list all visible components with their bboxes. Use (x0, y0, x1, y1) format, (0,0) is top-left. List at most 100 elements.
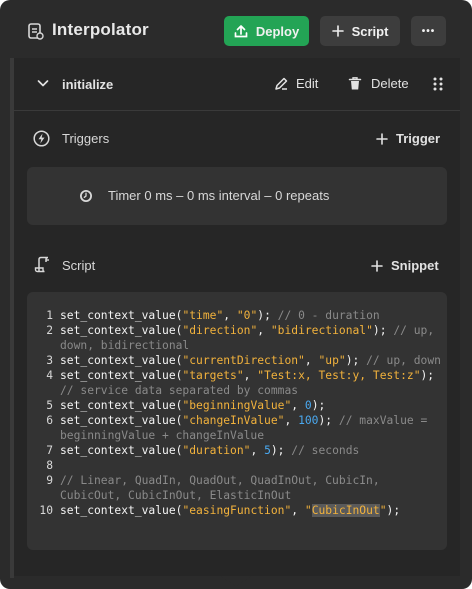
code-token: // up, down (366, 354, 441, 367)
initialize-row[interactable]: initialize Edit Delete (14, 58, 460, 111)
code-token: , (304, 354, 319, 367)
code-token: "changeInValue" (182, 414, 285, 427)
code-token: "duration" (182, 444, 251, 457)
lightning-icon (33, 130, 50, 147)
script-title: Script (62, 258, 96, 273)
code-line: 9 // Linear, QuadIn, QuadOut, QuadInOut, … (33, 473, 441, 503)
line-number: 6 (46, 414, 53, 427)
code-token: "currentDirection" (182, 354, 305, 367)
code-line: 2 set_context_value("direction", "bidirec… (33, 323, 441, 353)
code-token: , (243, 369, 258, 382)
delete-label: Delete (371, 76, 409, 91)
code-token: , (291, 399, 305, 412)
code-token: set_context_value( (60, 369, 183, 382)
trigger-item[interactable]: Timer 0 ms – 0 ms interval – 0 repeats (27, 167, 447, 225)
bottom-notch (220, 576, 252, 586)
code-token: "beginningValue" (182, 399, 292, 412)
line-number: 5 (46, 399, 53, 412)
code-line: 4 set_context_value("targets", "Test:x, T… (33, 368, 441, 398)
code-token: // 0 - duration (277, 309, 380, 322)
panel-title: Interpolator (52, 20, 149, 39)
add-snippet-button[interactable]: Snippet (371, 258, 439, 273)
code-token: set_context_value( (60, 414, 183, 427)
plus-icon (376, 132, 388, 145)
deploy-button[interactable]: Deploy (224, 16, 309, 46)
code-token: set_context_value( (60, 399, 183, 412)
line-source: set_context_value("currentDirection", "u… (60, 353, 441, 368)
add-trigger-label: Trigger (396, 131, 441, 146)
code-lines: 1 set_context_value("time", "0"); // 0 - … (33, 308, 441, 518)
line-source: set_context_value("direction", "bidirect… (60, 323, 441, 353)
edit-button[interactable]: Edit (274, 76, 318, 91)
code-token: "targets" (182, 369, 244, 382)
code-token: set_context_value( (60, 504, 183, 517)
plus-icon (371, 259, 383, 272)
code-token: set_context_value( (60, 444, 183, 457)
code-token: ); (257, 309, 278, 322)
timer-icon (80, 190, 92, 202)
code-token: 5 (264, 444, 271, 457)
line-number: 4 (46, 369, 53, 382)
add-trigger-button[interactable]: Trigger (376, 131, 440, 146)
line-source (60, 458, 441, 473)
initialize-label: initialize (62, 77, 114, 92)
code-line: 8 (33, 458, 441, 473)
code-line: 1 set_context_value("time", "0"); // 0 - … (33, 308, 441, 323)
drag-handle-icon[interactable] (433, 77, 443, 91)
line-source: set_context_value("time", "0"); // 0 - d… (60, 308, 441, 323)
line-source: set_context_value("targets", "Test:x, Te… (60, 368, 441, 398)
code-token: , (284, 414, 299, 427)
code-token: set_context_value( (60, 354, 183, 367)
code-line: 10 set_context_value("easingFunction", "C… (33, 503, 441, 518)
line-number: 7 (46, 444, 53, 457)
more-icon: ••• (421, 25, 436, 37)
pencil-icon (275, 77, 288, 90)
deploy-label: Deploy (255, 23, 300, 39)
code-token: ); (386, 504, 401, 517)
add-snippet-label: Snippet (391, 258, 439, 273)
code-token: "direction" (182, 324, 258, 337)
code-token: ); (311, 399, 326, 412)
interpolator-panel: Interpolator Deploy Script ••• initializ… (0, 0, 472, 589)
code-line: 7 set_context_value("duration", 5); // se… (33, 443, 441, 458)
edit-label: Edit (296, 76, 319, 91)
code-token: "Test:x, Test:y, Test:z" (257, 369, 421, 382)
add-script-button[interactable]: Script (320, 16, 400, 46)
line-number: 10 (39, 504, 53, 517)
code-token: "easingFunction" (182, 504, 292, 517)
plus-icon (331, 25, 344, 37)
code-token: "0" (236, 309, 258, 322)
code-token: , (257, 324, 271, 337)
delete-button[interactable]: Delete (348, 76, 409, 91)
line-number: 1 (46, 309, 53, 322)
code-editor[interactable]: 1 set_context_value("time", "0"); // 0 - … (27, 292, 447, 550)
code-line: 6 set_context_value("changeInValue", 100)… (33, 413, 441, 443)
code-line: 3 set_context_value("currentDirection", "… (33, 353, 441, 368)
code-token: 100 (298, 414, 319, 427)
add-script-label: Script (351, 23, 389, 39)
line-source: // Linear, QuadIn, QuadOut, QuadInOut, C… (60, 473, 441, 503)
chevron-down-icon[interactable] (36, 76, 50, 90)
code-token: ); (318, 414, 339, 427)
trash-icon (348, 77, 362, 90)
code-token: set_context_value( (60, 324, 183, 337)
line-number: 9 (46, 474, 53, 487)
code-token: CubicInOut (311, 504, 380, 517)
script-scroll-icon (34, 256, 49, 273)
code-token: "time" (182, 309, 224, 322)
code-token: ); (372, 324, 394, 337)
code-token: // service data separated by commas (60, 384, 299, 397)
code-token: , (223, 309, 237, 322)
line-source: set_context_value("changeInValue", 100);… (60, 413, 441, 443)
code-token: , (291, 504, 305, 517)
line-source: set_context_value("easingFunction", "Cub… (60, 503, 441, 518)
code-token: 0 (304, 399, 312, 412)
code-token: ); (345, 354, 367, 367)
line-number: 3 (46, 354, 53, 367)
line-source: set_context_value("beginningValue", 0); (60, 398, 441, 413)
code-token: " (304, 504, 312, 517)
more-options-button[interactable]: ••• (411, 16, 446, 46)
code-token: "up" (318, 354, 346, 367)
line-number: 8 (46, 459, 53, 472)
